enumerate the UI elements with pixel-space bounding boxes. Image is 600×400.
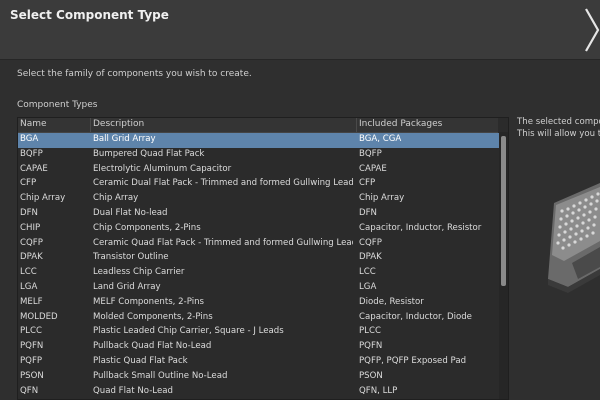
table-row[interactable]: CQFP Ceramic Quad Flat Pack - Trimmed and… — [18, 237, 500, 252]
cell-packages: LCC — [359, 267, 376, 278]
cell-packages: PSON — [359, 370, 383, 381]
cell-name: MELF — [20, 296, 43, 307]
table-row[interactable]: MELF MELF Components, 2-Pins Diode, Resist… — [18, 296, 500, 311]
cell-description: Transistor Outline — [93, 252, 169, 263]
cell-name: BQFP — [20, 148, 43, 159]
cell-packages: CFP — [359, 178, 376, 189]
cell-packages: CAPAE — [359, 163, 387, 174]
table-row[interactable]: PLCC Plastic Leaded Chip Carrier, Square … — [18, 325, 500, 340]
cell-description: Chip Components, 2-Pins — [93, 222, 201, 233]
cell-name: PLCC — [20, 326, 42, 337]
cell-description: Land Grid Array — [93, 281, 161, 292]
table-row[interactable]: QFN Quad Flat No-Lead QFN, LLP — [18, 385, 500, 399]
column-header-description[interactable]: Description — [93, 119, 144, 129]
table-body: BGA Ball Grid Array BGA, CGA BQFP Bumpered Q… — [18, 133, 500, 399]
table-row[interactable]: MOLDED Molded Components, 2-Pins Capacitor… — [18, 311, 500, 326]
instruction-text: Select the family of components you wish… — [17, 69, 252, 79]
column-header-name[interactable]: Name — [20, 119, 47, 129]
cell-packages: BGA, CGA — [359, 134, 402, 144]
column-header-packages[interactable]: Included Packages — [359, 119, 442, 129]
description-line: The selected compo — [517, 117, 600, 127]
table-row[interactable]: LGA Land Grid Array LGA — [18, 281, 500, 296]
table-row[interactable]: BGA Ball Grid Array BGA, CGA — [18, 133, 500, 148]
cell-description: Molded Components, 2-Pins — [93, 311, 213, 322]
cell-packages: CQFP — [359, 237, 382, 248]
cell-name: PQFP — [20, 355, 43, 366]
cell-name: PSON — [20, 370, 44, 381]
table-row[interactable]: CFP Ceramic Dual Flat Pack - Trimmed and … — [18, 177, 500, 192]
cell-name: QFN — [20, 385, 39, 396]
cell-packages: Diode, Resistor — [359, 296, 424, 307]
column-divider[interactable] — [90, 118, 91, 132]
cell-name: LGA — [20, 281, 38, 292]
cell-description: Pullback Small Outline No-Lead — [93, 370, 228, 381]
cell-description: MELF Components, 2-Pins — [93, 296, 205, 307]
cell-packages: LGA — [359, 281, 377, 292]
table-header: Name Description Included Packages — [18, 118, 498, 133]
table-row[interactable]: PSON Pullback Small Outline No-Lead PSON — [18, 370, 500, 385]
table-row[interactable]: PQFN Pullback Quad Flat No-Lead PQFN — [18, 340, 500, 355]
cell-name: DFN — [20, 207, 38, 218]
cell-description: Pullback Quad Flat No-Lead — [93, 341, 212, 352]
cell-packages: PQFP, PQFP Exposed Pad — [359, 355, 467, 366]
cell-description: Bumpered Quad Flat Pack — [93, 148, 205, 159]
table-row[interactable]: DFN Dual Flat No-lead DFN — [18, 207, 500, 222]
cell-name: MOLDED — [20, 311, 58, 322]
cell-description: Plastic Leaded Chip Carrier, Square - J … — [93, 326, 284, 337]
cell-packages: DPAK — [359, 252, 382, 263]
cell-name: CHIP — [20, 222, 41, 233]
cell-name: Chip Array — [20, 193, 66, 204]
cell-description: Quad Flat No-Lead — [93, 385, 173, 396]
dialog-title: Select Component Type — [10, 8, 169, 22]
description-line: This will allow you to — [517, 129, 600, 139]
cell-packages: PQFN — [359, 341, 383, 352]
cell-description: Leadless Chip Carrier — [93, 267, 185, 278]
cell-packages: PLCC — [359, 326, 381, 337]
cell-packages: BQFP — [359, 148, 382, 159]
cell-description: Ceramic Quad Flat Pack - Trimmed and for… — [93, 237, 353, 248]
bga-package-preview-image — [548, 183, 600, 293]
scrollbar-thumb[interactable] — [501, 136, 506, 286]
cell-name: PQFN — [20, 341, 44, 352]
cell-name: CAPAE — [20, 163, 48, 174]
dialog-header: Select Component Type — [0, 0, 600, 60]
cell-packages: Capacitor, Inductor, Resistor — [359, 222, 482, 233]
column-divider[interactable] — [356, 118, 357, 132]
cell-name: CFP — [20, 178, 37, 189]
component-types-table[interactable]: Name Description Included Packages BGA Ba… — [17, 117, 509, 400]
cell-name: LCC — [20, 267, 37, 278]
description-panel: The selected compo This will allow you t… — [517, 116, 600, 140]
table-row[interactable]: PQFP Plastic Quad Flat Pack PQFP, PQFP Exp… — [18, 355, 500, 370]
table-row[interactable]: CHIP Chip Components, 2-Pins Capacitor, In… — [18, 222, 500, 237]
cell-description: Plastic Quad Flat Pack — [93, 355, 188, 366]
cell-packages: Chip Array — [359, 193, 405, 204]
cell-description: Ceramic Dual Flat Pack - Trimmed and for… — [93, 178, 353, 189]
cell-packages: Capacitor, Inductor, Diode — [359, 311, 472, 322]
cell-description: Ball Grid Array — [93, 134, 156, 144]
cell-name: CQFP — [20, 237, 43, 248]
table-row[interactable]: DPAK Transistor Outline DPAK — [18, 251, 500, 266]
vertical-scrollbar[interactable] — [499, 132, 508, 399]
table-row[interactable]: Chip Array Chip Array Chip Array — [18, 192, 500, 207]
chevron-right-icon[interactable] — [584, 5, 600, 55]
cell-description: Chip Array — [93, 193, 139, 204]
table-row[interactable]: BQFP Bumpered Quad Flat Pack BQFP — [18, 148, 500, 163]
cell-description: Electrolytic Aluminum Capacitor — [93, 163, 232, 174]
cell-name: DPAK — [20, 252, 43, 263]
component-types-label: Component Types — [17, 100, 98, 110]
cell-packages: QFN, LLP — [359, 385, 398, 396]
cell-packages: DFN — [359, 207, 377, 218]
table-row[interactable]: LCC Leadless Chip Carrier LCC — [18, 266, 500, 281]
table-row[interactable]: CAPAE Electrolytic Aluminum Capacitor CAPA… — [18, 163, 500, 178]
cell-description: Dual Flat No-lead — [93, 207, 168, 218]
cell-name: BGA — [20, 134, 39, 144]
